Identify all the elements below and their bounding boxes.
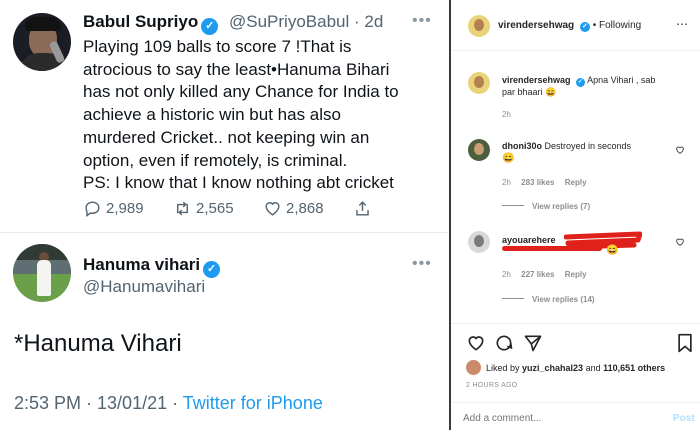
- verified-icon: ✓: [579, 22, 590, 32]
- tweet1-name[interactable]: Babul Supriyo: [83, 12, 198, 31]
- header-username[interactable]: virendersehwag: [498, 20, 574, 31]
- comment-emoji: 😄: [502, 153, 515, 164]
- comment-likes[interactable]: 283 likes: [521, 178, 554, 187]
- reply-button[interactable]: 2,989: [83, 199, 144, 218]
- comment-username[interactable]: dhoni30o: [502, 141, 542, 151]
- sehwag-avatar[interactable]: [468, 15, 490, 37]
- caption-username[interactable]: virendersehwag: [502, 75, 571, 85]
- tweet1-name-row[interactable]: Babul Supriyo ✓: [83, 12, 219, 35]
- tweet2-meta: 2:53 PM · 13/01/21 · Twitter for iPhone: [14, 393, 323, 414]
- post-time: 2 HOURS AGO: [466, 382, 518, 389]
- hanuma-avatar[interactable]: [13, 244, 71, 302]
- tweet1-line: murdered Cricket.. not keeping win an: [83, 127, 370, 147]
- comment-box-divider: [451, 402, 700, 403]
- tweet1-line: Playing 109 balls to score 7 !That is: [83, 37, 352, 56]
- more-options-icon[interactable]: •••: [412, 12, 432, 30]
- view-replies-button[interactable]: View replies (14): [502, 295, 595, 304]
- caption-text: Apna Vihari , sab: [587, 75, 656, 85]
- following-status[interactable]: • Following: [593, 20, 642, 31]
- reply-icon: [85, 201, 100, 218]
- post-comment-button[interactable]: Post: [673, 413, 695, 424]
- tweet2-timestamp[interactable]: 2:53 PM · 13/01/21 ·: [14, 393, 183, 413]
- reply-count: 2,989: [106, 200, 144, 217]
- header-user-row: virendersehwag ✓ • Following: [498, 20, 641, 32]
- caption: virendersehwag ✓ Apna Vihari , sab: [502, 75, 655, 87]
- header-divider: [451, 50, 700, 51]
- like-count: 2,868: [286, 200, 324, 217]
- tweet2-name[interactable]: Hanuma vihari: [83, 255, 200, 274]
- instagram-panel: virendersehwag ✓ • Following ⋯ virenders…: [451, 0, 700, 430]
- comment-reply-button[interactable]: Reply: [565, 270, 587, 279]
- twitter-panel: Babul Supriyo ✓ @SuPriyoBabul · 2d Playin…: [0, 0, 449, 430]
- heart-icon: [265, 202, 280, 216]
- tweet-divider: [0, 232, 449, 233]
- verified-icon: ✓: [203, 261, 221, 278]
- comment: dhoni30o Destroyed in seconds: [502, 141, 631, 151]
- liked-by-count[interactable]: 110,651 others: [603, 363, 665, 373]
- like-button[interactable]: 2,868: [263, 199, 324, 218]
- more-options-icon[interactable]: ⋯: [676, 17, 688, 31]
- liked-by-row: Liked by yuzi_chahal23 and 110,651 other…: [486, 363, 665, 373]
- tweet2-source-link[interactable]: Twitter for iPhone: [183, 393, 323, 413]
- comment-username[interactable]: ayouarehere: [502, 235, 556, 245]
- bookmark-icon[interactable]: [676, 333, 694, 353]
- view-replies-label: View replies (14): [532, 295, 595, 304]
- tweet1-line: PS: I know that I know nothing abt crick…: [83, 173, 394, 193]
- comment-time: 2h: [502, 178, 511, 187]
- more-options-icon[interactable]: •••: [412, 255, 432, 273]
- like-heart-icon[interactable]: [466, 333, 486, 353]
- add-comment-input[interactable]: [463, 410, 653, 426]
- tweet1-line: option, even if remotely, is criminal.: [83, 150, 348, 170]
- share-icon: [356, 201, 369, 216]
- tweet2-text: *Hanuma Vihari: [14, 330, 182, 357]
- liked-by-user[interactable]: yuzi_chahal23: [522, 363, 583, 373]
- yuzi-avatar[interactable]: [466, 360, 481, 375]
- caption-time: 2h: [502, 110, 511, 119]
- actions-divider: [451, 323, 700, 324]
- ayouarehere-avatar[interactable]: [468, 231, 490, 253]
- view-replies-button[interactable]: View replies (7): [502, 202, 590, 211]
- tweet1-line: has not only killed any Chance for India…: [83, 82, 399, 102]
- liked-by-mid: and: [583, 363, 604, 373]
- liked-by-prefix: Liked by: [486, 363, 523, 373]
- tweet1-handle-row: @SuPriyoBabul · 2d: [229, 12, 383, 32]
- retweet-button[interactable]: 2,565: [173, 199, 234, 218]
- comment-time: 2h: [502, 270, 511, 279]
- verified-icon: ✓: [201, 18, 219, 35]
- comment-like-icon[interactable]: [675, 145, 685, 155]
- share-button[interactable]: [353, 199, 372, 218]
- comment-likes[interactable]: 227 likes: [521, 270, 554, 279]
- view-replies-label: View replies (7): [532, 202, 591, 211]
- redaction-scribble: [502, 246, 602, 251]
- tweet2-handle[interactable]: @Hanumavihari: [83, 277, 205, 297]
- comment-meta: 2h 227 likes Reply: [502, 270, 587, 279]
- caption-text-2: par bhaari 😄: [502, 87, 557, 97]
- comment-like-icon[interactable]: [675, 237, 685, 247]
- comment: ayouarehere: [502, 235, 556, 245]
- comment-reply-button[interactable]: Reply: [565, 178, 587, 187]
- caption-avatar[interactable]: [468, 72, 490, 94]
- tweet1-handle[interactable]: @SuPriyoBabul: [229, 12, 349, 31]
- tweet1-line: atrocious to say the least•Hanuma Bihari: [83, 59, 390, 79]
- tweet1-actions: 2,989 2,565 2,868: [83, 199, 383, 221]
- comment-emoji: 😄: [606, 245, 619, 256]
- comment-icon[interactable]: [494, 333, 514, 353]
- tweet1-time[interactable]: · 2d: [354, 12, 383, 31]
- comment-meta: 2h 283 likes Reply: [502, 178, 587, 187]
- tweet1-line: achieve a historic win but has also: [83, 105, 341, 125]
- babul-avatar[interactable]: [13, 13, 71, 71]
- comment-text: Destroyed in seconds: [544, 141, 632, 151]
- retweet-count: 2,565: [196, 200, 234, 217]
- share-direct-icon[interactable]: [523, 333, 543, 353]
- tweet2-name-row[interactable]: Hanuma vihari ✓: [83, 255, 221, 278]
- retweet-icon: [177, 201, 188, 216]
- dhoni-avatar[interactable]: [468, 139, 490, 161]
- verified-icon: ✓: [576, 78, 586, 87]
- tweet1-text: Playing 109 balls to score 7 !That is at…: [83, 36, 443, 195]
